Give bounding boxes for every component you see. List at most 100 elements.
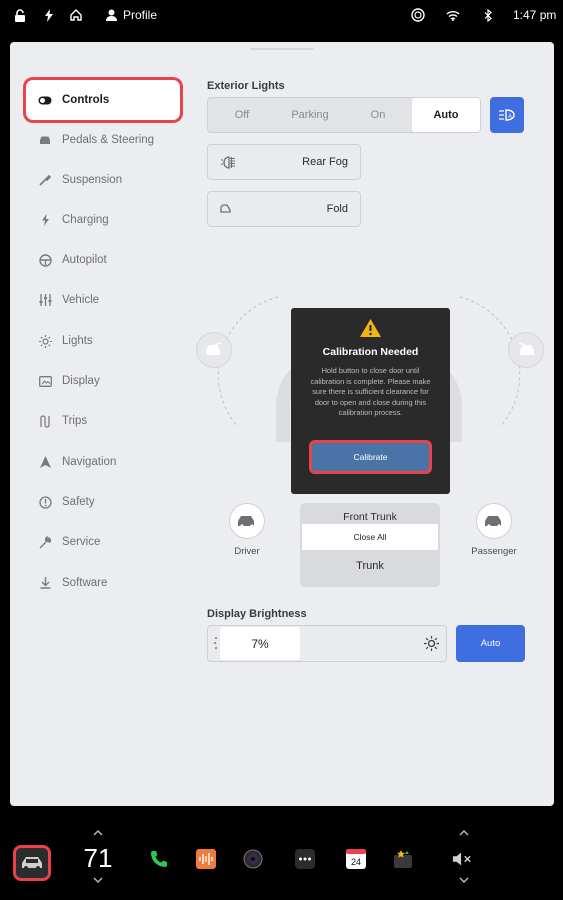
- passenger-door-button[interactable]: [476, 503, 512, 539]
- person-icon: [106, 9, 117, 21]
- driver-door-button[interactable]: [229, 503, 265, 539]
- calibration-dialog: Calibration Needed Hold button to close …: [291, 308, 450, 494]
- trunk-controls: Front Trunk Close All Trunk: [300, 503, 440, 587]
- brightness-value: 7%: [251, 636, 269, 651]
- car-door-icon: [518, 342, 534, 355]
- wrench-icon: [38, 173, 52, 187]
- sidebar-item-controls[interactable]: Controls: [26, 80, 180, 120]
- more-apps-icon[interactable]: [295, 849, 315, 869]
- sidebar-item-trips[interactable]: Trips: [26, 401, 180, 441]
- sentry-icon[interactable]: [411, 7, 425, 23]
- rear-fog-button[interactable]: Rear Fog: [207, 144, 361, 180]
- sidebar-item-label: Autopilot: [62, 254, 107, 266]
- trunk-button[interactable]: Trunk: [300, 560, 440, 572]
- toggle-icon: [38, 93, 52, 107]
- sidebar-item-label: Lights: [62, 335, 93, 347]
- fold-label: Fold: [326, 203, 348, 215]
- bolt-icon: [38, 213, 52, 227]
- fold-mirrors-button[interactable]: Fold: [207, 191, 361, 227]
- sidebar-item-autopilot[interactable]: Autopilot: [26, 240, 180, 280]
- front-trunk-button[interactable]: Front Trunk: [300, 511, 440, 523]
- car-icon: [38, 133, 52, 147]
- sidebar-item-display[interactable]: Display: [26, 361, 180, 401]
- sidebar-item-charging[interactable]: Charging: [26, 200, 180, 240]
- sidebar-item-suspension[interactable]: Suspension: [26, 160, 180, 200]
- volume-up-chevron-icon[interactable]: [459, 830, 469, 836]
- volume-down-chevron-icon[interactable]: [459, 877, 469, 883]
- close-all-button[interactable]: Close All: [302, 524, 438, 550]
- audio-app-icon[interactable]: [196, 849, 216, 869]
- unlock-icon[interactable]: [14, 7, 26, 23]
- headlight-icon: A: [499, 109, 515, 121]
- lights-option-parking[interactable]: Parking: [276, 98, 344, 132]
- car-icon: [22, 857, 42, 870]
- download-icon: [38, 576, 52, 590]
- sidebar-item-software[interactable]: Software: [26, 563, 180, 603]
- exterior-lights-selector: Off Parking On Auto: [207, 97, 481, 133]
- passenger-door-open-button[interactable]: [508, 332, 544, 368]
- car-menu-button[interactable]: [13, 845, 51, 881]
- sidebar-item-service[interactable]: Service: [26, 522, 180, 562]
- profile-label: Profile: [123, 8, 158, 22]
- lights-option-off[interactable]: Off: [208, 98, 276, 132]
- car-icon: [485, 516, 501, 528]
- auto-high-beam-button[interactable]: A: [490, 97, 524, 133]
- controls-panel: Controls Pedals & Steering Suspension Ch…: [10, 42, 554, 806]
- status-bar: Profile 1:47 pm: [0, 0, 563, 30]
- cabin-temperature[interactable]: 71: [80, 843, 116, 874]
- clock: 1:47 pm: [513, 8, 557, 22]
- alert-circle-icon: [38, 495, 52, 509]
- profile-button[interactable]: Profile: [106, 7, 157, 23]
- home-icon[interactable]: [70, 7, 82, 23]
- calendar-icon[interactable]: 24: [346, 849, 366, 869]
- steering-wheel-icon: [38, 253, 52, 267]
- sidebar-item-pedals-steering[interactable]: Pedals & Steering: [26, 120, 180, 160]
- sidebar-item-label: Software: [62, 577, 108, 589]
- bluetooth-icon: [484, 7, 493, 23]
- toybox-icon[interactable]: [393, 849, 413, 869]
- temp-down-chevron-icon[interactable]: [93, 877, 103, 883]
- brightness-slider[interactable]: 7%: [207, 625, 447, 662]
- warning-icon: [360, 319, 381, 337]
- sidebar-item-label: Navigation: [62, 456, 117, 468]
- sidebar-item-vehicle[interactable]: Vehicle: [26, 280, 180, 320]
- car-icon: [238, 516, 254, 528]
- sidebar-item-label: Service: [62, 536, 101, 548]
- display-brightness-title: Display Brightness: [207, 608, 307, 620]
- sidebar-item-lights[interactable]: Lights: [26, 321, 180, 361]
- passenger-label: Passenger: [471, 546, 517, 557]
- brightness-auto-button[interactable]: Auto: [456, 625, 525, 662]
- display-icon: [38, 374, 52, 388]
- driver-label: Driver: [234, 546, 260, 557]
- driver-door-open-button[interactable]: [196, 332, 232, 368]
- svg-text:A: A: [508, 114, 512, 120]
- calibrate-button[interactable]: Calibrate: [309, 440, 432, 474]
- sidebar-item-label: Suspension: [62, 174, 123, 186]
- calendar-day: 24: [351, 857, 361, 867]
- panel-grip[interactable]: [250, 48, 314, 50]
- sidebar-item-navigation[interactable]: Navigation: [26, 442, 180, 482]
- temp-up-chevron-icon[interactable]: [93, 830, 103, 836]
- dialog-message: Hold button to close door until calibrat…: [310, 366, 431, 418]
- brightness-fill[interactable]: 7%: [220, 627, 300, 660]
- dialog-title: Calibration Needed: [322, 346, 419, 358]
- camera-icon[interactable]: [243, 849, 263, 869]
- sidebar-item-label: Trips: [62, 415, 88, 427]
- exterior-lights-title: Exterior Lights: [207, 80, 285, 92]
- lights-option-auto[interactable]: Auto: [412, 98, 480, 132]
- sidebar-item-safety[interactable]: Safety: [26, 482, 180, 522]
- trips-icon: [38, 414, 52, 428]
- bolt-icon[interactable]: [44, 7, 54, 23]
- phone-icon[interactable]: [149, 849, 169, 869]
- sidebar: Controls Pedals & Steering Suspension Ch…: [10, 42, 190, 806]
- lights-option-on[interactable]: On: [344, 98, 412, 132]
- sidebar-item-label: Vehicle: [62, 294, 100, 306]
- wrench-icon: [38, 535, 52, 549]
- mirror-icon: [220, 204, 231, 213]
- rear-fog-label: Rear Fog: [302, 156, 348, 168]
- car-door-icon: [206, 342, 222, 355]
- sidebar-item-label: Pedals & Steering: [62, 134, 155, 146]
- volume-mute-icon[interactable]: [452, 849, 472, 869]
- sliders-icon: [38, 293, 52, 307]
- fog-light-icon: [221, 155, 235, 169]
